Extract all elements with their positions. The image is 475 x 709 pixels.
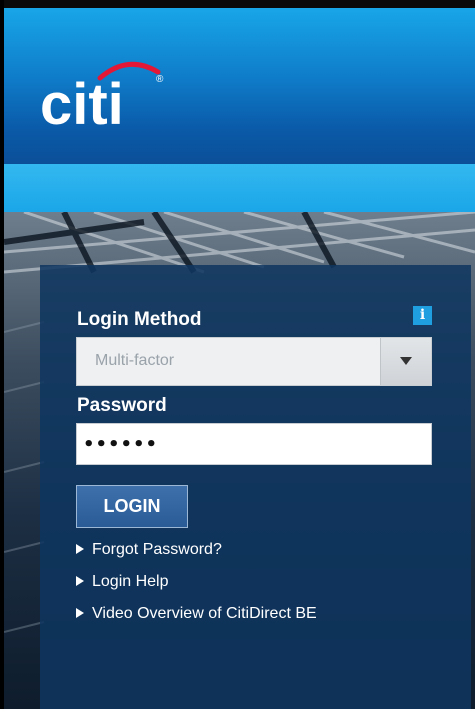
login-help-link[interactable]: Login Help xyxy=(76,573,169,591)
info-icon[interactable]: i xyxy=(413,306,432,325)
video-overview-link[interactable]: Video Overview of CitiDirect BE xyxy=(76,605,317,623)
login-button[interactable]: LOGIN xyxy=(76,485,188,528)
registered-mark: ® xyxy=(156,74,164,85)
top-bar xyxy=(4,0,475,8)
svg-text:citi: citi xyxy=(40,72,124,137)
header-band xyxy=(4,164,475,212)
citi-logo: citi ® xyxy=(40,48,170,138)
forgot-password-link[interactable]: Forgot Password? xyxy=(76,541,222,559)
password-field[interactable]: •••••• xyxy=(76,423,432,465)
triangle-right-icon xyxy=(76,576,84,586)
triangle-right-icon xyxy=(76,608,84,618)
login-method-select[interactable]: Multi-factor xyxy=(76,337,432,386)
login-method-label: Login Method xyxy=(77,309,202,330)
password-label: Password xyxy=(77,395,167,416)
triangle-right-icon xyxy=(76,544,84,554)
chevron-down-icon xyxy=(400,357,412,365)
header: citi ® xyxy=(4,8,475,164)
dropdown-button[interactable] xyxy=(380,338,431,385)
login-method-value: Multi-factor xyxy=(95,352,175,369)
